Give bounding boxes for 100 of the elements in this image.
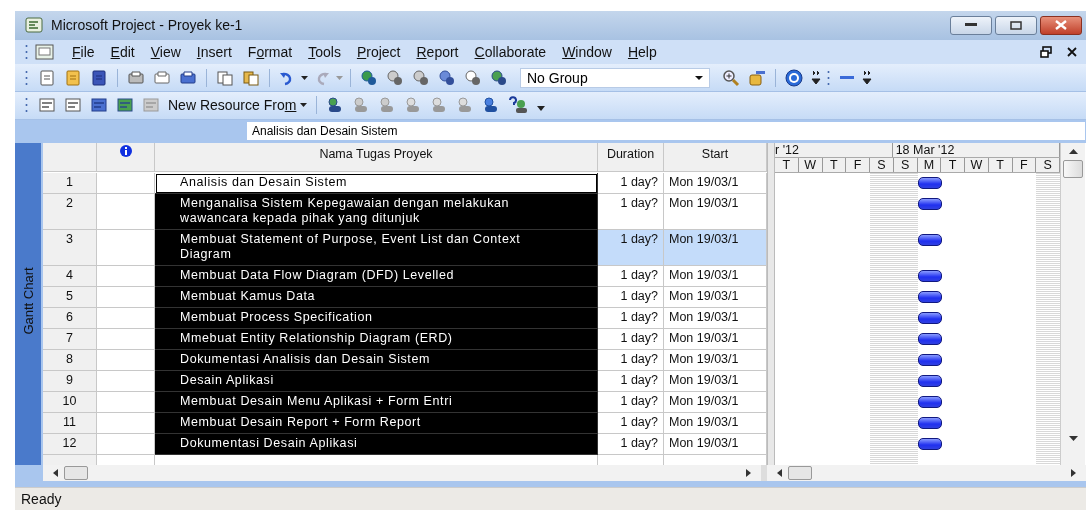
task-bar[interactable] bbox=[918, 291, 942, 304]
start-cell[interactable]: Mon 19/03/1 bbox=[664, 371, 767, 393]
task-name-cell[interactable]: Membuat Statement of Purpose, Event List dan Context Diagram bbox=[155, 230, 598, 267]
duration-cell[interactable]: 1 day? bbox=[598, 266, 664, 288]
duration-cell[interactable]: 1 day? bbox=[598, 287, 664, 309]
overflow-icon[interactable] bbox=[811, 68, 821, 87]
row-number[interactable]: 9 bbox=[43, 371, 97, 393]
task-name-cell[interactable]: Membuat Kamus Data bbox=[155, 287, 598, 309]
scroll-left-icon[interactable] bbox=[777, 469, 782, 478]
row-number[interactable]: 8 bbox=[43, 350, 97, 372]
task-bar[interactable] bbox=[918, 270, 942, 283]
row-number[interactable]: 11 bbox=[43, 413, 97, 435]
menu-item[interactable]: Report bbox=[416, 44, 459, 60]
minus-icon[interactable] bbox=[840, 75, 854, 80]
task-bar[interactable] bbox=[918, 417, 942, 430]
task-name-cell[interactable]: Analisis dan Desain Sistem bbox=[155, 173, 598, 195]
task-bar[interactable] bbox=[918, 375, 942, 388]
scroll-down-icon[interactable] bbox=[1068, 436, 1078, 442]
new-file-icon[interactable] bbox=[38, 68, 56, 87]
duration-cell[interactable]: 1 day? bbox=[598, 413, 664, 435]
dropdown-arrow-icon[interactable] bbox=[301, 75, 308, 80]
menu-item[interactable]: Insert bbox=[196, 44, 232, 60]
row-number[interactable]: 4 bbox=[43, 266, 97, 288]
task-name-cell[interactable]: Menganalisa Sistem Kepegawaian dengan melakukan wawancara kepada pihak yang ditunjuk bbox=[155, 194, 598, 231]
menu-item[interactable]: Collaborate bbox=[474, 44, 547, 60]
task-name-cell[interactable]: Membuat Desain Report + Form Report bbox=[155, 413, 598, 435]
task-bar[interactable] bbox=[918, 198, 942, 211]
start-cell[interactable]: Mon 19/03/1 bbox=[664, 230, 767, 267]
task-bar[interactable] bbox=[918, 354, 942, 367]
scroll-right-icon[interactable] bbox=[746, 469, 751, 478]
scroll-left-icon[interactable] bbox=[53, 469, 58, 478]
menu-item[interactable]: Window bbox=[562, 44, 612, 60]
copy-icon[interactable] bbox=[216, 68, 234, 87]
task-name-cell[interactable]: Membuat Process Specification bbox=[155, 308, 598, 330]
calendar-view-icon[interactable] bbox=[64, 96, 82, 115]
duration-cell[interactable]: 1 day? bbox=[598, 329, 664, 351]
task-bar[interactable] bbox=[918, 312, 942, 325]
start-cell[interactable]: Mon 19/03/1 bbox=[664, 329, 767, 351]
scroll-thumb[interactable] bbox=[64, 466, 88, 481]
duration-cell[interactable]: 1 day? bbox=[598, 173, 664, 195]
row-number[interactable]: 12 bbox=[43, 434, 97, 456]
scroll-thumb[interactable] bbox=[788, 466, 812, 481]
overflow-icon[interactable] bbox=[862, 68, 872, 87]
duration-cell[interactable]: 1 day? bbox=[598, 434, 664, 456]
gantt-view-icon[interactable] bbox=[38, 96, 56, 115]
duration-cell[interactable]: 1 day? bbox=[598, 230, 664, 267]
start-cell[interactable]: Mon 19/03/1 bbox=[664, 266, 767, 288]
task-name-cell[interactable]: Dokumentasi Analisis dan Desain Sistem bbox=[155, 350, 598, 372]
column-header[interactable]: Duration bbox=[598, 143, 664, 173]
column-header[interactable] bbox=[97, 143, 155, 173]
save-icon[interactable] bbox=[90, 68, 108, 87]
help-people-icon[interactable] bbox=[508, 96, 529, 115]
menu-item[interactable]: Format bbox=[247, 44, 293, 60]
duration-cell[interactable]: 1 day? bbox=[598, 371, 664, 393]
start-cell[interactable]: Mon 19/03/1 bbox=[664, 287, 767, 309]
view-bar[interactable]: Gantt Chart bbox=[15, 143, 43, 466]
menu-item[interactable]: Edit bbox=[110, 44, 135, 60]
row-number[interactable]: 10 bbox=[43, 392, 97, 414]
duration-cell[interactable]: 1 day? bbox=[598, 392, 664, 414]
start-cell[interactable]: Mon 19/03/1 bbox=[664, 434, 767, 456]
menu-item[interactable]: View bbox=[150, 44, 181, 60]
restore-icon[interactable] bbox=[1040, 46, 1052, 58]
task-name-cell[interactable]: Mmebuat Entity Relationship Diagram (ERD) bbox=[155, 329, 598, 351]
start-cell[interactable]: Mon 19/03/1 bbox=[664, 350, 767, 372]
group-select[interactable]: No Group bbox=[520, 67, 710, 88]
new-resource-from-button[interactable]: New Resource From bbox=[164, 97, 312, 114]
row-number[interactable]: 6 bbox=[43, 308, 97, 330]
column-header[interactable]: Nama Tugas Proyek bbox=[155, 143, 598, 173]
close-icon[interactable] bbox=[1066, 46, 1078, 58]
task-bar[interactable] bbox=[918, 177, 942, 190]
task-bar[interactable] bbox=[918, 438, 942, 451]
start-cell[interactable]: Mon 19/03/1 bbox=[664, 308, 767, 330]
scroll-right-icon[interactable] bbox=[1071, 469, 1076, 478]
task-name-cell[interactable]: Membuat Data Flow Diagram (DFD) Levelled bbox=[155, 266, 598, 288]
vertical-scrollbar[interactable] bbox=[1060, 143, 1085, 466]
scroll-thumb[interactable] bbox=[1063, 160, 1083, 179]
zoom-in-icon[interactable] bbox=[722, 68, 740, 87]
menu-item[interactable]: Project bbox=[356, 44, 401, 60]
entry-field[interactable]: Analisis dan Desain Sistem bbox=[247, 121, 1085, 140]
menu-item[interactable]: File bbox=[72, 44, 95, 60]
task-bar[interactable] bbox=[918, 396, 942, 409]
task-bar[interactable] bbox=[918, 333, 942, 346]
row-number[interactable]: 3 bbox=[43, 230, 97, 267]
task-name-cell[interactable]: Membuat Desain Menu Aplikasi + Form Entri bbox=[155, 392, 598, 414]
duration-cell[interactable]: 1 day? bbox=[598, 350, 664, 372]
row-number[interactable]: 5 bbox=[43, 287, 97, 309]
duration-cell[interactable]: 1 day? bbox=[598, 308, 664, 330]
paste-icon[interactable] bbox=[242, 68, 260, 87]
row-number[interactable]: 1 bbox=[43, 173, 97, 195]
start-cell[interactable]: Mon 19/03/1 bbox=[664, 392, 767, 414]
task-name-cell[interactable]: Dokumentasi Desain Aplikasi bbox=[155, 434, 598, 456]
close-button[interactable] bbox=[1040, 15, 1082, 35]
task-name-cell[interactable]: Desain Aplikasi bbox=[155, 371, 598, 393]
minimize-button[interactable] bbox=[950, 15, 992, 35]
maximize-button[interactable] bbox=[995, 15, 1037, 35]
start-cell[interactable]: Mon 19/03/1 bbox=[664, 413, 767, 435]
column-header[interactable]: Start bbox=[664, 143, 767, 173]
menu-item[interactable]: Help bbox=[627, 44, 657, 60]
scroll-up-icon[interactable] bbox=[1068, 149, 1078, 155]
start-cell[interactable]: Mon 19/03/1 bbox=[664, 173, 767, 195]
